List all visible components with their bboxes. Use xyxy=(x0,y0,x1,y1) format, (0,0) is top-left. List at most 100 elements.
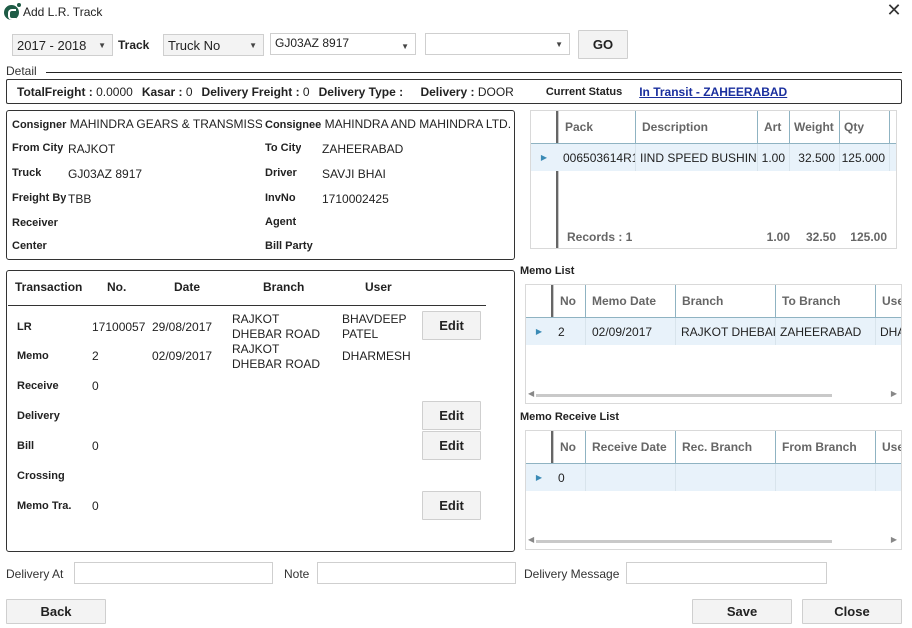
memo-list-grid[interactable]: No Memo Date Branch To Branch Use ▶ 2 02… xyxy=(525,284,902,404)
close-button[interactable]: Close xyxy=(802,599,902,624)
horizontal-scrollbar[interactable]: ◀ ▶ xyxy=(526,387,901,403)
memo-receive-list-grid[interactable]: No Receive Date Rec. Branch From Branch … xyxy=(525,430,902,550)
tx-header-date: Date xyxy=(174,280,201,294)
delivery-at-input[interactable] xyxy=(74,562,273,584)
weight-cell: 32.500 xyxy=(790,144,840,171)
tx-row-name: Delivery xyxy=(17,410,60,422)
tx-header-no: No. xyxy=(107,280,127,294)
weight-total: 32.50 xyxy=(805,230,836,244)
tx-row-no: 2 xyxy=(92,349,99,363)
pack-grid-header-weight[interactable]: Weight xyxy=(790,111,840,143)
delivery-message-input[interactable] xyxy=(626,562,827,584)
table-row[interactable]: ▶ 2 02/09/2017 RAJKOT DHEBAR ZAHEERABAD … xyxy=(526,318,901,345)
row-selected-arrow-icon: ▶ xyxy=(540,153,548,162)
edit-memo-transfer-button[interactable]: Edit xyxy=(422,491,481,520)
records-count: Records : 1 xyxy=(567,230,633,244)
memo-header-no[interactable]: No xyxy=(554,285,586,317)
receive-header-rec-branch[interactable]: Rec. Branch xyxy=(676,431,776,463)
delivery-message-label: Delivery Message xyxy=(524,567,620,581)
detail-divider xyxy=(46,72,902,73)
chevron-down-icon: ▼ xyxy=(249,40,257,50)
tx-row-name: Receive xyxy=(17,380,59,392)
track-value-select[interactable]: GJ03AZ 8917 ▼ xyxy=(270,33,416,55)
scroll-left-icon[interactable]: ◀ xyxy=(528,389,534,398)
track-by-select[interactable]: Truck No ▼ xyxy=(163,34,264,56)
pack-grid[interactable]: Pack Description Art Weight Qty ▶ 006503… xyxy=(530,110,897,249)
truck-value: GJ03AZ 8917 xyxy=(68,167,143,181)
memo-date-cell: 02/09/2017 xyxy=(586,318,676,345)
save-button[interactable]: Save xyxy=(692,599,792,624)
tx-row-date: 02/09/2017 xyxy=(152,349,213,363)
scrollbar-thumb[interactable] xyxy=(536,540,832,543)
window-title: Add L.R. Track xyxy=(23,5,103,19)
consigner-value: MAHINDRA GEARS & TRANSMISSIO xyxy=(69,117,262,131)
memo-user-cell: DHA xyxy=(880,324,901,339)
freight-by-value: TBB xyxy=(68,192,92,206)
delivery-label: Delivery : xyxy=(420,84,475,99)
tx-header-transaction: Transaction xyxy=(15,280,83,294)
chevron-down-icon: ▼ xyxy=(98,40,106,50)
pack-grid-header-pack[interactable]: Pack xyxy=(559,111,636,143)
consignee-label: Consignee xyxy=(265,119,322,131)
pack-grid-header-description[interactable]: Description xyxy=(636,111,758,143)
agent-label: Agent xyxy=(265,216,297,228)
tx-row-no: 0 xyxy=(92,379,99,393)
memo-header-date[interactable]: Memo Date xyxy=(586,285,676,317)
current-status-link[interactable]: In Transit - ZAHEERABAD xyxy=(639,85,787,99)
year-select-value: 2017 - 2018 xyxy=(17,37,87,53)
invno-label: InvNo xyxy=(265,192,296,204)
note-label: Note xyxy=(284,567,310,581)
tx-row-date: 29/08/2017 xyxy=(152,320,213,334)
scroll-left-icon[interactable]: ◀ xyxy=(528,535,534,544)
extra-select[interactable]: ▼ xyxy=(425,33,570,55)
pack-grid-header-art[interactable]: Art xyxy=(758,111,790,143)
scroll-right-icon[interactable]: ▶ xyxy=(891,389,897,398)
memo-header-branch[interactable]: Branch xyxy=(676,285,776,317)
truck-label: Truck xyxy=(12,167,42,179)
tx-row-branch: RAJKOT DHEBAR ROAD xyxy=(232,342,321,371)
receive-header-no[interactable]: No xyxy=(554,431,586,463)
close-icon[interactable]: ✕ xyxy=(885,2,903,20)
horizontal-scrollbar[interactable]: ◀ ▶ xyxy=(526,533,901,549)
year-select[interactable]: 2017 - 2018 ▼ xyxy=(12,34,113,56)
table-row[interactable]: ▶ 006503614R1 IIND SPEED BUSHING 1.00 32… xyxy=(531,144,896,171)
tx-row-name: Memo xyxy=(17,350,49,362)
chevron-down-icon: ▼ xyxy=(401,42,409,51)
receive-header-date[interactable]: Receive Date xyxy=(586,431,676,463)
edit-lr-button[interactable]: Edit xyxy=(422,311,481,340)
memo-header-user[interactable]: Use xyxy=(876,285,901,317)
memo-no-cell: 2 xyxy=(554,318,586,345)
edit-bill-button[interactable]: Edit xyxy=(422,431,481,460)
receive-header-from-branch[interactable]: From Branch xyxy=(776,431,876,463)
edit-delivery-button[interactable]: Edit xyxy=(422,401,481,430)
delivery-at-label: Delivery At xyxy=(6,567,64,581)
art-total: 1.00 xyxy=(766,230,790,244)
consigner-field: Consigner MAHINDRA GEARS & TRANSMISSIO xyxy=(12,117,262,131)
scroll-right-icon[interactable]: ▶ xyxy=(891,535,897,544)
receive-header-user[interactable]: Use xyxy=(876,431,901,463)
tx-row-no: 0 xyxy=(92,499,99,513)
scrollbar-thumb[interactable] xyxy=(536,394,832,397)
note-input[interactable] xyxy=(317,562,516,584)
back-button[interactable]: Back xyxy=(6,599,106,624)
memo-to-branch-cell: ZAHEERABAD xyxy=(776,318,876,345)
pack-grid-header-qty[interactable]: Qty xyxy=(840,111,890,143)
consignee-field: Consignee MAHINDRA AND MAHINDRA LTD. Z xyxy=(265,117,513,131)
tx-header-divider xyxy=(8,305,486,306)
to-city-label: To City xyxy=(265,142,302,154)
tx-row-user: DHARMESH xyxy=(342,349,411,363)
detail-group-label: Detail xyxy=(6,64,37,78)
go-button[interactable]: GO xyxy=(578,30,628,59)
delivery-type-label: Delivery Type : xyxy=(318,84,404,99)
memo-header-to-branch[interactable]: To Branch xyxy=(776,285,876,317)
tx-header-branch: Branch xyxy=(263,280,305,294)
kasar-label: Kasar : xyxy=(141,84,183,99)
consigner-label: Consigner xyxy=(12,119,67,131)
from-city-label: From City xyxy=(12,142,64,154)
receive-user-cell xyxy=(876,464,901,491)
tx-row-name: LR xyxy=(17,321,32,333)
receive-no-cell: 0 xyxy=(554,464,586,491)
invno-value: 1710002425 xyxy=(322,192,389,206)
receive-rec-branch-cell xyxy=(676,464,776,491)
table-row[interactable]: ▶ 0 xyxy=(526,464,901,491)
